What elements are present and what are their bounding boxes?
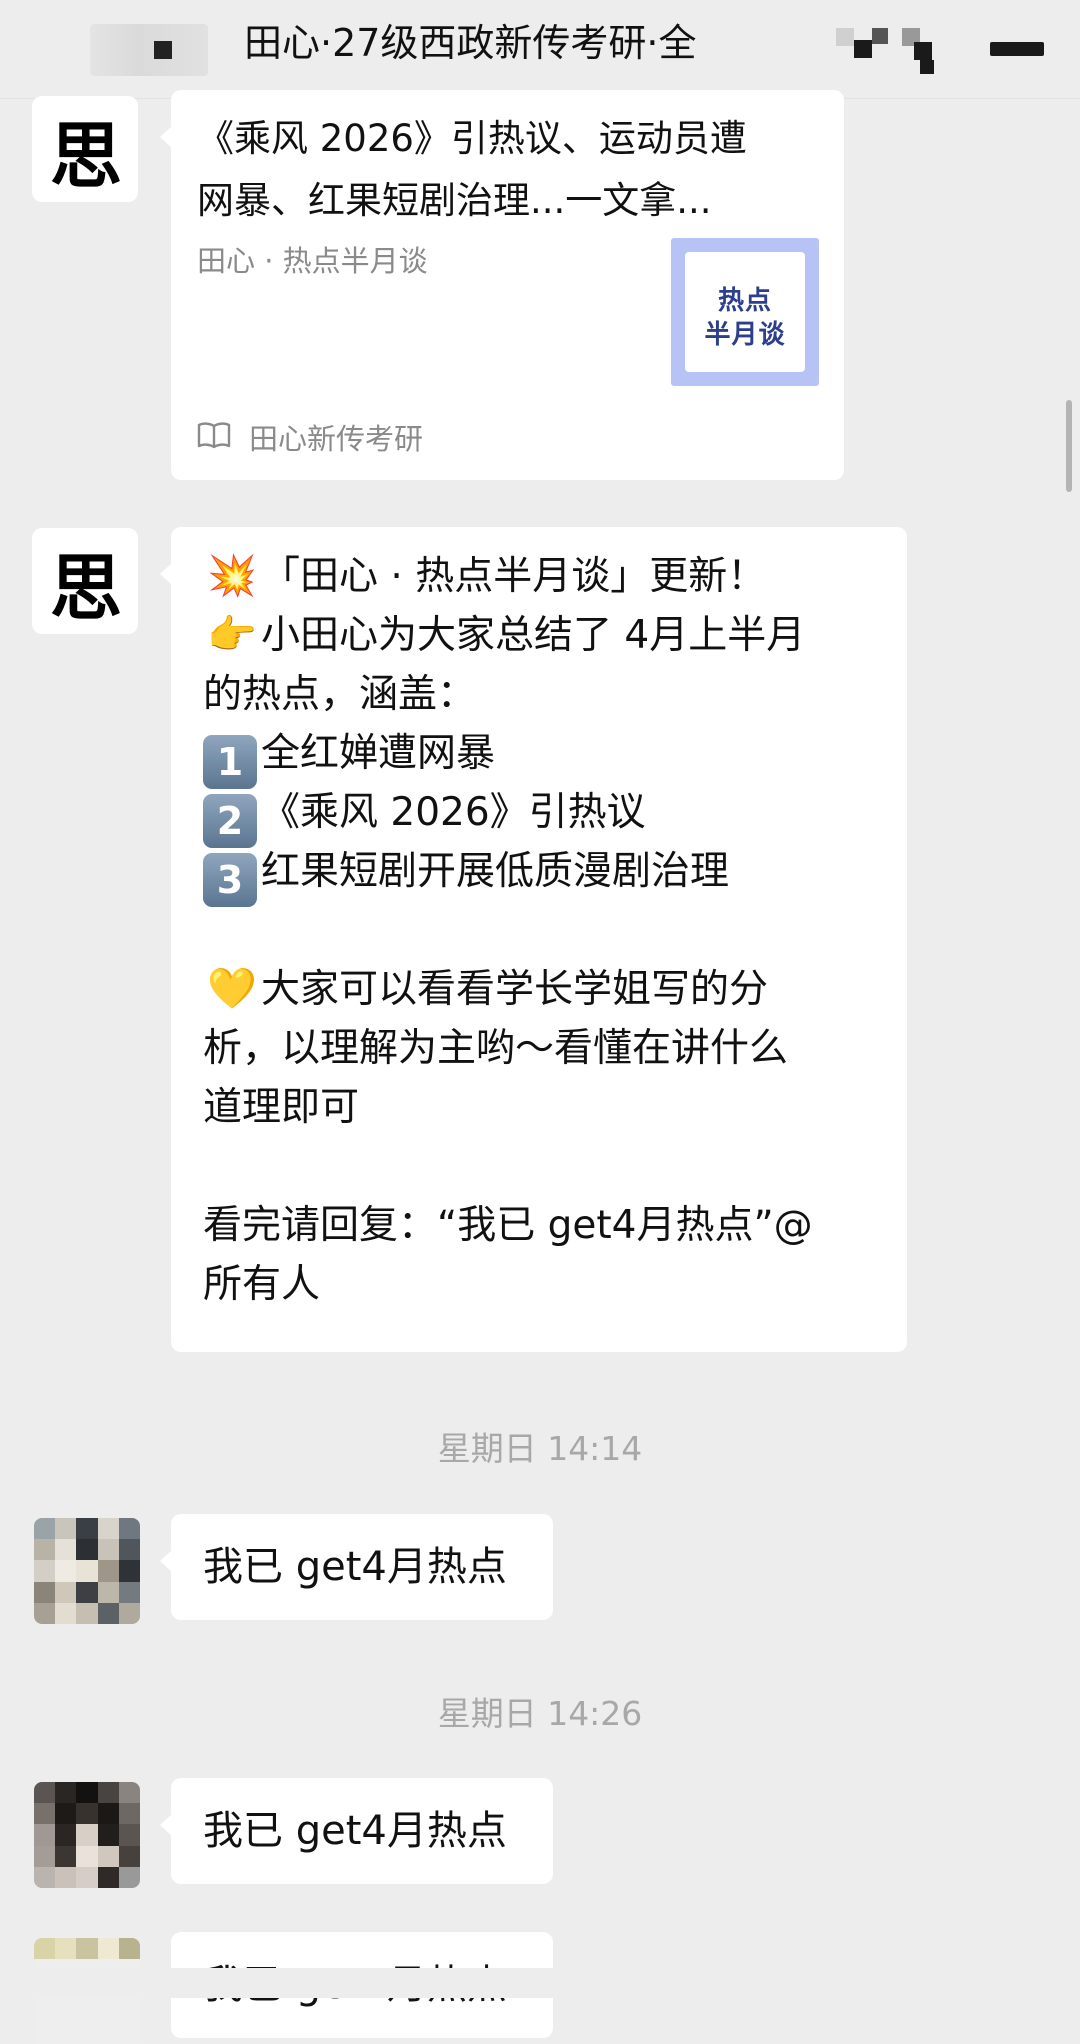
blur-block: [154, 41, 172, 59]
thumbnail-inner: 热点 半月谈: [685, 252, 805, 372]
avatar[interactable]: 思: [32, 528, 138, 634]
thumbnail-text: 热点: [717, 286, 772, 316]
keycap-3-icon: 3: [203, 853, 257, 907]
text-span: 《乘风 2026》引热议: [261, 790, 646, 835]
pointing-hand-icon: 👉: [207, 612, 257, 658]
keycap-2-icon: 2: [203, 794, 257, 848]
text-line: 析，以理解为主哟～看懂在讲什么: [203, 1026, 789, 1071]
thumbnail-text: 半月谈: [704, 320, 786, 350]
text-line: 2 《乘风 2026》引热议: [203, 783, 883, 848]
member-avatar-blurred[interactable]: [836, 20, 946, 80]
text-line: 3 红果短剧开展低质漫剧治理: [203, 842, 883, 907]
avatar-blurred[interactable]: [34, 1518, 140, 1624]
text-line: 💛 大家可以看看学长学姐写的分: [203, 960, 883, 1019]
announcement-bubble[interactable]: 💥 「田心 · 热点半月谈」更新！ 👉 小田心为大家总结了 4月上半月 的热点，涵盖…: [160, 527, 907, 1352]
article-title: 《乘风 2026》引热议、运动员遭 网暴、红果短剧治理...一文拿...: [197, 108, 817, 232]
scrollbar[interactable]: [1066, 400, 1072, 492]
text-span: 大家可以看看学长学姐写的分: [261, 967, 769, 1012]
avatar-glyph: 思: [49, 544, 122, 630]
avatar-blurred[interactable]: [34, 1782, 140, 1888]
avatar[interactable]: 思: [32, 96, 138, 202]
text-line: 的热点，涵盖：: [203, 672, 477, 717]
text-span: 「田心 · 热点半月谈」更新！: [261, 554, 767, 599]
text-line: 👉 小田心为大家总结了 4月上半月: [203, 606, 883, 665]
text-line: 道理即可: [203, 1085, 360, 1130]
article-thumbnail: 热点 半月谈: [671, 238, 819, 386]
text-line: 💥 「田心 · 热点半月谈」更新！: [203, 547, 883, 606]
article-source: 田心 · 热点半月谈: [197, 244, 428, 278]
text-line: 所有人: [203, 1262, 321, 1307]
chat-header: 田心·27级西政新传考研·全: [0, 0, 1080, 99]
text-span: 小田心为大家总结了 4月上半月: [261, 613, 806, 658]
account-name: 田心新传考研: [249, 422, 424, 456]
timestamp: 星期日 14:14: [437, 1429, 643, 1468]
yellow-heart-icon: 💛: [207, 966, 257, 1012]
announcement-text: 💥 「田心 · 热点半月谈」更新！ 👉 小田心为大家总结了 4月上半月 的热点，涵盖…: [203, 547, 883, 1314]
chat-title: 田心·27级西政新传考研·全: [244, 21, 697, 65]
book-icon: [197, 422, 231, 449]
avatar-glyph: 思: [49, 112, 122, 198]
explosion-icon: 💥: [207, 553, 257, 599]
timestamp: 星期日 14:26: [437, 1694, 643, 1733]
message-bubble[interactable]: 我已 get4月热点: [160, 1778, 553, 1884]
back-button-blurred[interactable]: [90, 24, 208, 76]
text-line: 1 全红婵遭网暴: [203, 724, 883, 789]
text-span: 红果短剧开展低质漫剧治理: [261, 849, 730, 894]
message-bubble[interactable]: 我已 get4月热点: [160, 1514, 553, 1620]
message-text: 我已 get4月热点: [203, 1544, 507, 1590]
bottom-edge: [0, 1968, 1080, 1998]
article-title-line: 网暴、红果短剧治理...一文拿...: [197, 179, 712, 222]
keycap-1-icon: 1: [203, 735, 257, 789]
article-title-line: 《乘风 2026》引热议、运动员遭: [197, 117, 747, 160]
text-span: 全红婵遭网暴: [261, 731, 496, 776]
message-text: 我已 get4月热点: [203, 1808, 507, 1854]
article-card[interactable]: 《乘风 2026》引热议、运动员遭 网暴、红果短剧治理...一文拿... 田心 …: [160, 90, 844, 480]
text-line: 看完请回复：“我已 get4月热点”@: [203, 1203, 813, 1248]
more-options-icon[interactable]: [990, 42, 1044, 56]
